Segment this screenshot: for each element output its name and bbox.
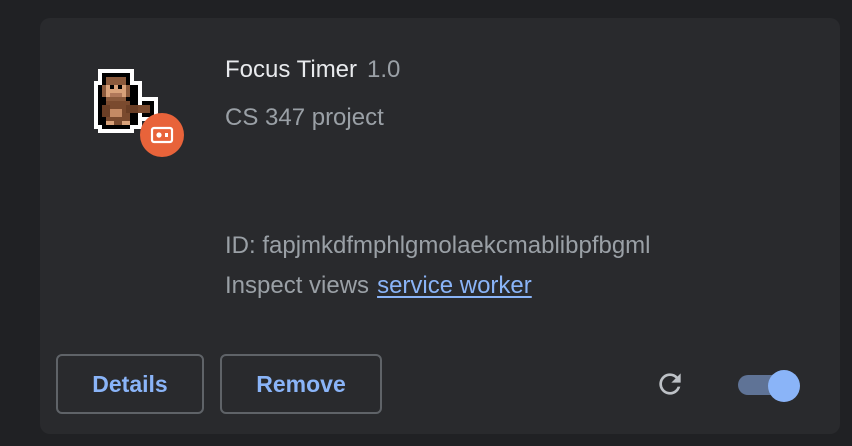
service-worker-link[interactable]: service worker [377,272,532,299]
extension-id: ID: fapjmkdfmphlgmolaekcmablibpfbgml [225,232,651,259]
details-button[interactable]: Details [56,354,204,414]
inspect-views-label: Inspect views [225,272,370,299]
inspect-views-row: Inspect views service worker [225,272,532,300]
extension-enable-toggle[interactable] [736,370,802,402]
extension-description: CS 347 project [225,104,384,131]
reload-icon[interactable] [654,368,686,400]
extension-title-row: Focus Timer 1.0 [225,56,400,84]
unpacked-extension-icon [140,113,184,157]
extension-icon-wrapper [90,64,186,160]
extension-version: 1.0 [367,56,401,83]
remove-button[interactable]: Remove [220,354,382,414]
toggle-knob [768,370,800,402]
extension-name: Focus Timer [225,56,358,83]
extension-card: Focus Timer 1.0 CS 347 project ID: fapjmk… [40,18,840,434]
